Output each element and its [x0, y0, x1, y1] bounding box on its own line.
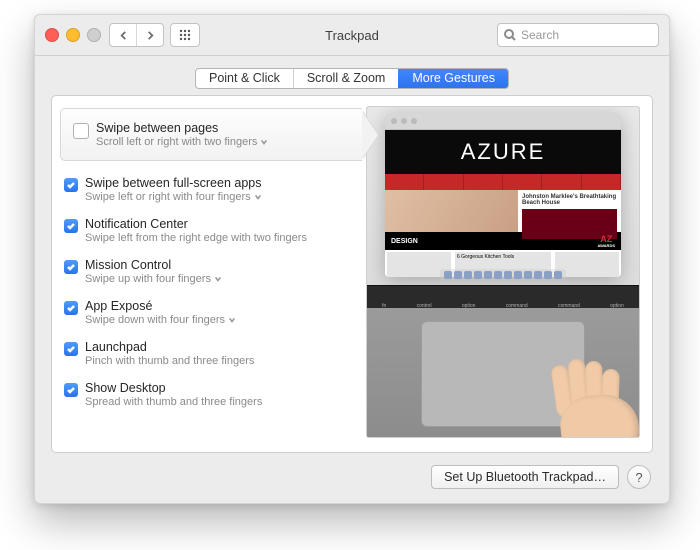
gesture-text: App ExposéSwipe down with four fingers [85, 299, 236, 326]
gesture-text: LaunchpadPinch with thumb and three fing… [85, 340, 254, 367]
preview-section-label: DESIGN [391, 238, 418, 245]
gesture-option[interactable]: Mission ControlSwipe up with four finger… [52, 251, 362, 292]
back-button[interactable] [110, 24, 136, 46]
gesture-title: Notification Center [85, 217, 307, 231]
preview-article-side: Johnston Marklee's Breathtaking Beach Ho… [518, 190, 621, 232]
gesture-subtitle[interactable]: Swipe down with four fingers [85, 314, 236, 326]
gesture-subtitle: Pinch with thumb and three fingers [85, 355, 254, 367]
preview-browser-window: AZURE Johnston Marklee's Breathtaking Be… [385, 113, 621, 277]
gesture-subtitle: Swipe left from the right edge with two … [85, 232, 307, 244]
chevron-left-icon [119, 31, 128, 40]
gesture-preview: AZURE Johnston Marklee's Breathtaking Be… [366, 106, 640, 438]
gesture-text: Show DesktopSpread with thumb and three … [85, 381, 262, 408]
preview-screen: AZURE Johnston Marklee's Breathtaking Be… [367, 107, 639, 286]
gesture-option[interactable]: LaunchpadPinch with thumb and three fing… [52, 333, 362, 374]
preview-article-image [385, 190, 518, 232]
search-field[interactable]: Search [497, 23, 659, 47]
checkmark-icon [66, 344, 76, 354]
preview-brand: AZURE [385, 130, 621, 174]
chevron-down-icon [260, 138, 268, 146]
gesture-subtitle: Spread with thumb and three fingers [85, 396, 262, 408]
chevron-down-icon [254, 193, 262, 201]
window-controls [45, 28, 101, 42]
checkmark-icon [66, 262, 76, 272]
gesture-title: Mission Control [85, 258, 222, 272]
gesture-checkbox[interactable] [64, 342, 78, 356]
preview-nav-bar [385, 174, 621, 190]
gesture-option[interactable]: Show DesktopSpread with thumb and three … [52, 374, 362, 415]
forward-button[interactable] [136, 24, 163, 46]
gesture-checkbox[interactable] [73, 123, 89, 139]
checkmark-icon [66, 385, 76, 395]
gesture-text: Swipe between full-screen appsSwipe left… [85, 176, 262, 203]
minimize-window-button[interactable] [66, 28, 80, 42]
gesture-checkbox[interactable] [64, 260, 78, 274]
content-area: Swipe between pagesScroll left or right … [51, 95, 653, 453]
gesture-title: Swipe between full-screen apps [85, 176, 262, 190]
gesture-option[interactable]: Swipe between pagesScroll left or right … [60, 108, 362, 161]
gesture-text: Notification CenterSwipe left from the r… [85, 217, 307, 244]
gesture-text: Swipe between pagesScroll left or right … [96, 121, 268, 148]
gesture-checkbox[interactable] [64, 219, 78, 233]
setup-bluetooth-button[interactable]: Set Up Bluetooth Trackpad… [431, 465, 619, 489]
gesture-options-list: Swipe between pagesScroll left or right … [52, 96, 362, 452]
preview-dock [440, 269, 566, 283]
preferences-window: Trackpad Search Point & ClickScroll & Zo… [34, 14, 670, 504]
gesture-subtitle[interactable]: Swipe left or right with four fingers [85, 191, 262, 203]
footer: Set Up Bluetooth Trackpad… ? [35, 465, 669, 503]
tabs-row: Point & ClickScroll & ZoomMore Gestures [35, 56, 669, 95]
tab-point-click[interactable]: Point & Click [196, 69, 293, 88]
tab-scroll-zoom[interactable]: Scroll & Zoom [293, 69, 399, 88]
gesture-checkbox[interactable] [64, 178, 78, 192]
tab-segmented-control: Point & ClickScroll & ZoomMore Gestures [195, 68, 509, 89]
grid-icon [179, 29, 191, 41]
nav-back-forward [109, 23, 164, 47]
close-window-button[interactable] [45, 28, 59, 42]
preview-hand [523, 347, 640, 438]
help-button[interactable]: ? [627, 465, 651, 489]
zoom-window-button[interactable] [87, 28, 101, 42]
gesture-text: Mission ControlSwipe up with four finger… [85, 258, 222, 285]
gesture-checkbox[interactable] [64, 301, 78, 315]
preview-trackpad-area [367, 308, 639, 437]
gesture-option[interactable]: Notification CenterSwipe left from the r… [52, 210, 362, 251]
preview-side-headline: Johnston Marklee's Breathtaking Beach Ho… [522, 194, 617, 206]
preview-browser-chrome [385, 113, 621, 130]
preview-column: AZURE Johnston Marklee's Breathtaking Be… [362, 96, 652, 452]
show-all-button[interactable] [170, 23, 200, 47]
gesture-title: Swipe between pages [96, 121, 268, 135]
preview-article-row: Johnston Marklee's Breathtaking Beach Ho… [385, 190, 621, 232]
chevron-right-icon [146, 31, 155, 40]
tab-more-gestures[interactable]: More Gestures [398, 69, 508, 88]
gesture-subtitle[interactable]: Scroll left or right with two fingers [96, 136, 268, 148]
gesture-subtitle[interactable]: Swipe up with four fingers [85, 273, 222, 285]
gesture-option[interactable]: Swipe between full-screen appsSwipe left… [52, 169, 362, 210]
gesture-checkbox[interactable] [64, 383, 78, 397]
gesture-title: Launchpad [85, 340, 254, 354]
checkmark-icon [66, 303, 76, 313]
search-placeholder: Search [521, 28, 559, 42]
preview-small-headline: 6 Gorgeous Kitchen Tools [455, 252, 551, 262]
checkmark-icon [66, 221, 76, 231]
search-icon [504, 29, 516, 41]
preview-az-sub: AWARDS [597, 244, 615, 248]
chevron-down-icon [228, 316, 236, 324]
chevron-down-icon [214, 275, 222, 283]
titlebar: Trackpad Search [35, 15, 669, 56]
gesture-title: App Exposé [85, 299, 236, 313]
gesture-title: Show Desktop [85, 381, 262, 395]
checkmark-icon [66, 180, 76, 190]
gesture-option[interactable]: App ExposéSwipe down with four fingers [52, 292, 362, 333]
